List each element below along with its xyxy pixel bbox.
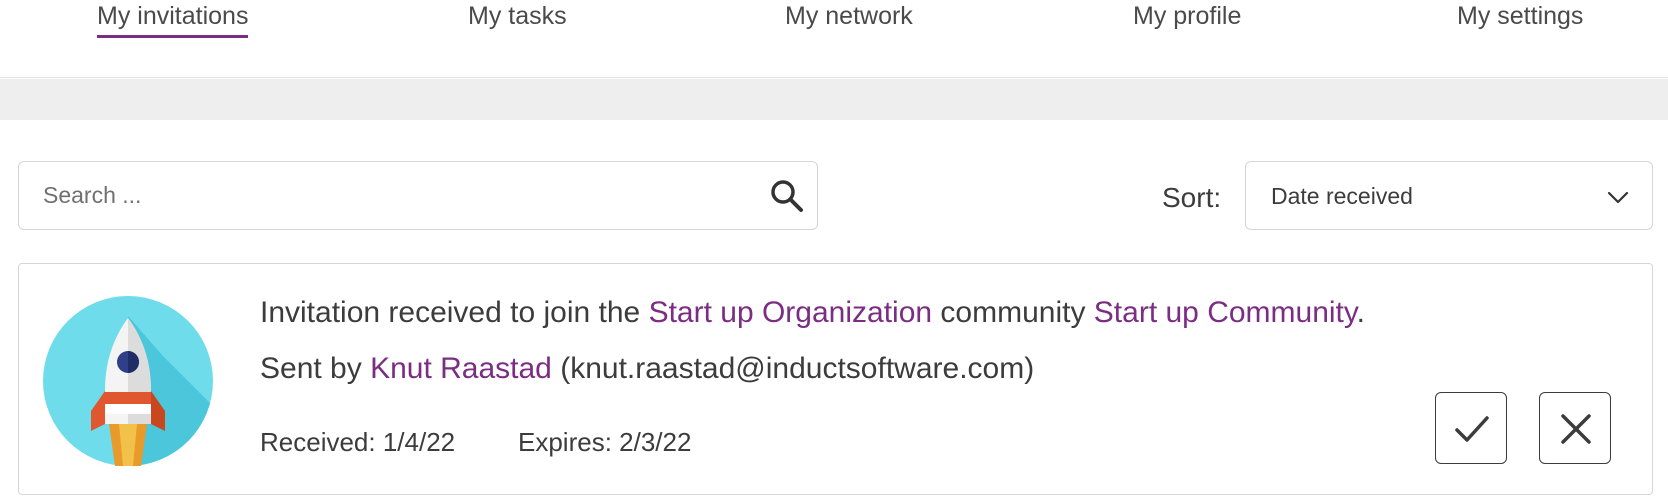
sort-label: Sort: bbox=[1162, 182, 1222, 213]
tab-my-tasks[interactable]: My tasks bbox=[468, 2, 567, 35]
invitation-middle: community bbox=[932, 296, 1094, 329]
search-box bbox=[18, 161, 818, 230]
sender-name-link[interactable]: Knut Raastad bbox=[370, 352, 552, 385]
search-input[interactable] bbox=[43, 162, 743, 229]
invitation-card: Invitation received to join the Start up… bbox=[18, 263, 1653, 495]
top-navigation: My invitations My tasks My network My pr… bbox=[0, 0, 1668, 78]
sender-line: Sent by Knut Raastad (knut.raastad@induc… bbox=[260, 352, 1034, 386]
separator-band bbox=[0, 79, 1668, 120]
invitation-prefix: Invitation received to join the bbox=[260, 296, 649, 329]
decline-button[interactable] bbox=[1539, 392, 1611, 464]
sort-select[interactable]: Date received bbox=[1245, 161, 1653, 230]
invitation-text: Invitation received to join the Start up… bbox=[260, 296, 1365, 330]
rocket-icon bbox=[43, 296, 213, 466]
organization-link[interactable]: Start up Organization bbox=[649, 296, 933, 329]
sender-email: (knut.raastad@inductsoftware.com) bbox=[551, 352, 1035, 385]
received-date: Received: 1/4/22 bbox=[260, 427, 456, 457]
invitation-suffix: . bbox=[1356, 296, 1366, 329]
community-link[interactable]: Start up Community bbox=[1094, 296, 1357, 329]
tab-my-settings[interactable]: My settings bbox=[1457, 2, 1583, 35]
sent-by-label: Sent by bbox=[260, 352, 371, 385]
tab-my-profile[interactable]: My profile bbox=[1133, 2, 1241, 35]
tab-my-network[interactable]: My network bbox=[785, 2, 913, 35]
search-icon[interactable] bbox=[769, 178, 805, 214]
chevron-down-icon bbox=[1607, 191, 1629, 204]
tab-my-invitations[interactable]: My invitations bbox=[97, 2, 249, 38]
close-icon bbox=[1561, 414, 1591, 444]
expires-date: Expires: 2/3/22 bbox=[518, 427, 692, 457]
accept-button[interactable] bbox=[1435, 392, 1507, 464]
sort-selected-value: Date received bbox=[1271, 183, 1413, 209]
check-icon bbox=[1455, 416, 1489, 442]
